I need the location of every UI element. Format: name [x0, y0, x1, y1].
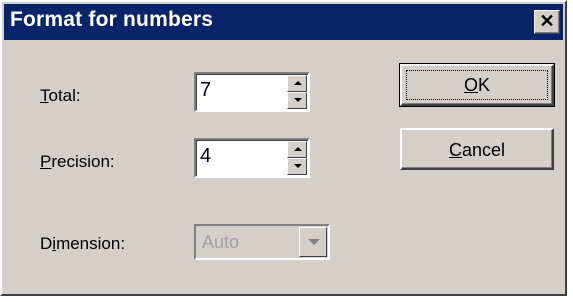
cancel-button[interactable]: Cancel	[400, 128, 554, 170]
precision-spin-up-button[interactable]	[287, 141, 307, 158]
dimension-label: Dimension:	[40, 234, 126, 253]
arrow-down-icon	[294, 98, 302, 102]
format-for-numbers-dialog: Format for numbers ✕ Total: 7 Precision:…	[0, 0, 567, 296]
dimension-select: Auto	[194, 224, 330, 260]
precision-value: 4	[200, 145, 212, 167]
total-spin-up-button[interactable]	[287, 75, 307, 92]
total-label: Total:	[40, 86, 81, 105]
ok-label: OK	[463, 75, 491, 95]
chevron-down-icon	[308, 239, 320, 245]
title-bar: Format for numbers ✕	[4, 4, 563, 40]
arrow-up-icon	[294, 147, 302, 151]
dimension-value: Auto	[202, 232, 240, 252]
total-field[interactable]: 7	[194, 72, 310, 112]
precision-spin-down-button[interactable]	[287, 158, 307, 175]
arrow-down-icon	[294, 164, 302, 168]
dimension-dropdown-button	[299, 227, 327, 257]
total-spin-down-button[interactable]	[287, 92, 307, 109]
arrow-up-icon	[294, 81, 302, 85]
cancel-label: Cancel	[448, 140, 506, 160]
total-value: 7	[200, 79, 212, 101]
close-button[interactable]: ✕	[534, 10, 560, 34]
precision-label: Precision:	[40, 152, 115, 171]
precision-spinner	[287, 141, 307, 175]
total-spinner	[287, 75, 307, 109]
precision-field[interactable]: 4	[194, 138, 310, 178]
close-icon: ✕	[539, 11, 555, 31]
window-title: Format for numbers	[10, 8, 214, 31]
ok-button[interactable]: OK	[399, 63, 555, 107]
